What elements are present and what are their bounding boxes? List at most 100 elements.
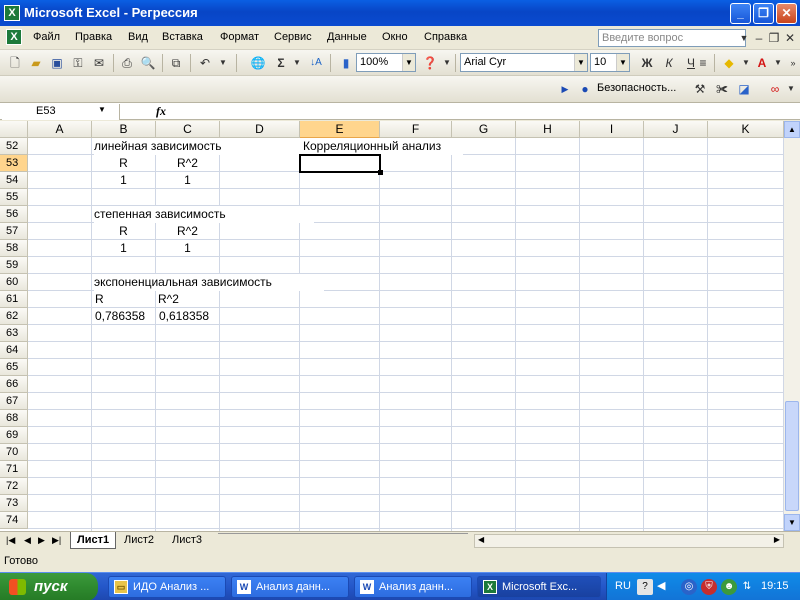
taskbar-item-word-2[interactable]: W Анализ данн... xyxy=(354,576,472,598)
sheet-tab-3[interactable]: Лист3 xyxy=(166,532,208,549)
taskbar-item-folder[interactable]: ▭ ИДО Анализ ... xyxy=(108,576,226,598)
column-header-g[interactable]: G xyxy=(452,121,516,138)
control-toolbox-icon[interactable]: ⚒ xyxy=(691,80,709,98)
open-folder-icon[interactable]: ▰ xyxy=(27,54,45,72)
network-tray-icon[interactable]: ◎ xyxy=(681,579,697,595)
row-header[interactable]: 67 xyxy=(0,393,28,410)
zoom-select[interactable]: 100% ▼ xyxy=(356,53,416,72)
cell-c53[interactable]: R^2 xyxy=(156,155,219,172)
column-header-d[interactable]: D xyxy=(220,121,300,138)
autosum-dropdown-icon[interactable]: ▼ xyxy=(288,54,306,72)
row-header[interactable]: 61 xyxy=(0,291,28,308)
menu-data[interactable]: Данные xyxy=(327,31,367,43)
menu-format[interactable]: Формат xyxy=(220,31,259,43)
help-icon[interactable]: ❓ xyxy=(421,54,439,72)
column-header-i[interactable]: I xyxy=(580,121,644,138)
align-icon[interactable]: ≡ xyxy=(694,54,712,72)
row-header[interactable]: 53 xyxy=(0,155,28,172)
row-header[interactable]: 62 xyxy=(0,308,28,325)
help-question-input[interactable]: Введите вопрос xyxy=(598,29,746,47)
vertical-scrollbar[interactable]: ▲ ▼ xyxy=(784,121,800,531)
row-header[interactable]: 57 xyxy=(0,223,28,240)
scroll-up-icon[interactable]: ▲ xyxy=(784,121,800,138)
cell-e52[interactable]: Корреляционный анализ xyxy=(303,138,463,155)
cell-b58[interactable]: 1 xyxy=(92,240,155,257)
cell-c58[interactable]: 1 xyxy=(156,240,219,257)
security-tray-icon[interactable]: ⛨ xyxy=(701,579,717,595)
row-header[interactable]: 74 xyxy=(0,512,28,529)
menu-view[interactable]: Вид xyxy=(128,31,148,43)
name-box-dropdown-icon[interactable]: ▼ xyxy=(98,105,106,114)
language-indicator[interactable]: RU xyxy=(615,580,631,592)
font-size-select[interactable]: 10 ▼ xyxy=(590,53,630,72)
row-header[interactable]: 66 xyxy=(0,376,28,393)
chart-wizard-icon[interactable]: ▮ xyxy=(337,54,355,72)
row-header[interactable]: 60 xyxy=(0,274,28,291)
cell-b53[interactable]: R xyxy=(92,155,155,172)
cell-b56[interactable]: степенная зависимость xyxy=(94,206,314,223)
column-header-a[interactable]: A xyxy=(28,121,92,138)
column-header-k[interactable]: K xyxy=(708,121,784,138)
close-button[interactable]: ✕ xyxy=(776,3,797,24)
cell-b61[interactable]: R xyxy=(95,291,155,308)
row-header[interactable]: 72 xyxy=(0,478,28,495)
help-dropdown-arrow-icon[interactable]: ▼ xyxy=(438,54,456,72)
start-button[interactable]: пуск xyxy=(0,573,98,600)
row-header[interactable]: 73 xyxy=(0,495,28,512)
row-header[interactable]: 65 xyxy=(0,359,28,376)
print-preview-icon[interactable]: 🔍 xyxy=(139,54,157,72)
last-sheet-icon[interactable]: ▶| xyxy=(52,535,61,546)
row-header[interactable]: 52 xyxy=(0,138,28,155)
row-header[interactable]: 59 xyxy=(0,257,28,274)
font-name-dropdown-icon[interactable]: ▼ xyxy=(574,54,587,71)
bold-button[interactable]: Ж xyxy=(638,54,656,72)
cell-b62[interactable]: 0,786358 xyxy=(95,308,155,325)
toolbar-options-icon[interactable]: » xyxy=(784,54,800,72)
menu-tools[interactable]: Сервис xyxy=(274,31,312,43)
restore-button[interactable]: ❐ xyxy=(753,3,774,24)
active-cell-e53[interactable] xyxy=(299,154,381,173)
column-header-e[interactable]: E xyxy=(300,121,380,138)
permission-icon[interactable]: ⚿ xyxy=(69,54,87,72)
row-header[interactable]: 55 xyxy=(0,189,28,206)
menu-file[interactable]: Файл xyxy=(33,31,60,43)
row-header[interactable]: 70 xyxy=(0,444,28,461)
zoom-dropdown-icon[interactable]: ▼ xyxy=(402,54,415,71)
italic-button[interactable]: К xyxy=(660,54,678,72)
menu-help[interactable]: Справка xyxy=(424,31,467,43)
sheet-tab-1[interactable]: Лист1 xyxy=(70,532,117,549)
first-sheet-icon[interactable]: |◀ xyxy=(6,535,15,546)
row-header[interactable]: 56 xyxy=(0,206,28,223)
scroll-left-icon[interactable]: ◀ xyxy=(478,535,484,544)
hyperlink-icon[interactable]: 🌐 xyxy=(249,54,267,72)
row-header[interactable]: 54 xyxy=(0,172,28,189)
connection-tray-icon[interactable]: ⇅ xyxy=(739,579,755,595)
spreadsheet-grid[interactable]: A B C D E F G H I J K 52 53 54 55 56 57 … xyxy=(0,121,784,531)
print-icon[interactable]: ⎙ xyxy=(118,54,136,72)
row-header[interactable]: 63 xyxy=(0,325,28,342)
menu-insert[interactable]: Вставка xyxy=(162,31,203,43)
undo-icon[interactable]: ↶ xyxy=(196,54,214,72)
taskbar-item-excel[interactable]: X Microsoft Exc... xyxy=(477,576,601,598)
cell-c54[interactable]: 1 xyxy=(156,172,219,189)
minimize-button[interactable]: _ xyxy=(730,3,751,24)
cell-c57[interactable]: R^2 xyxy=(156,223,219,240)
design-mode-icon[interactable]: ◪ xyxy=(735,80,753,98)
prev-sheet-icon[interactable]: ◀ xyxy=(24,535,31,546)
cell-c62[interactable]: 0,618358 xyxy=(159,308,219,325)
select-all-corner[interactable] xyxy=(0,121,28,138)
scroll-down-icon[interactable]: ▼ xyxy=(784,514,800,531)
column-header-j[interactable]: J xyxy=(644,121,708,138)
row-header[interactable]: 58 xyxy=(0,240,28,257)
email-icon[interactable]: ✉ xyxy=(90,54,108,72)
menu-window[interactable]: Окно xyxy=(382,31,408,43)
column-header-h[interactable]: H xyxy=(516,121,580,138)
sort-ascending-icon[interactable]: ↓A xyxy=(307,54,325,72)
help-tray-icon[interactable]: ? xyxy=(637,579,653,595)
cell-b52[interactable]: линейная зависимость xyxy=(94,138,314,155)
scroll-right-icon[interactable]: ▶ xyxy=(774,535,780,544)
column-header-f[interactable]: F xyxy=(380,121,452,138)
workbook-icon[interactable]: X xyxy=(6,29,22,45)
tools-icon[interactable]: ✀ xyxy=(713,80,731,98)
cell-b54[interactable]: 1 xyxy=(92,172,155,189)
